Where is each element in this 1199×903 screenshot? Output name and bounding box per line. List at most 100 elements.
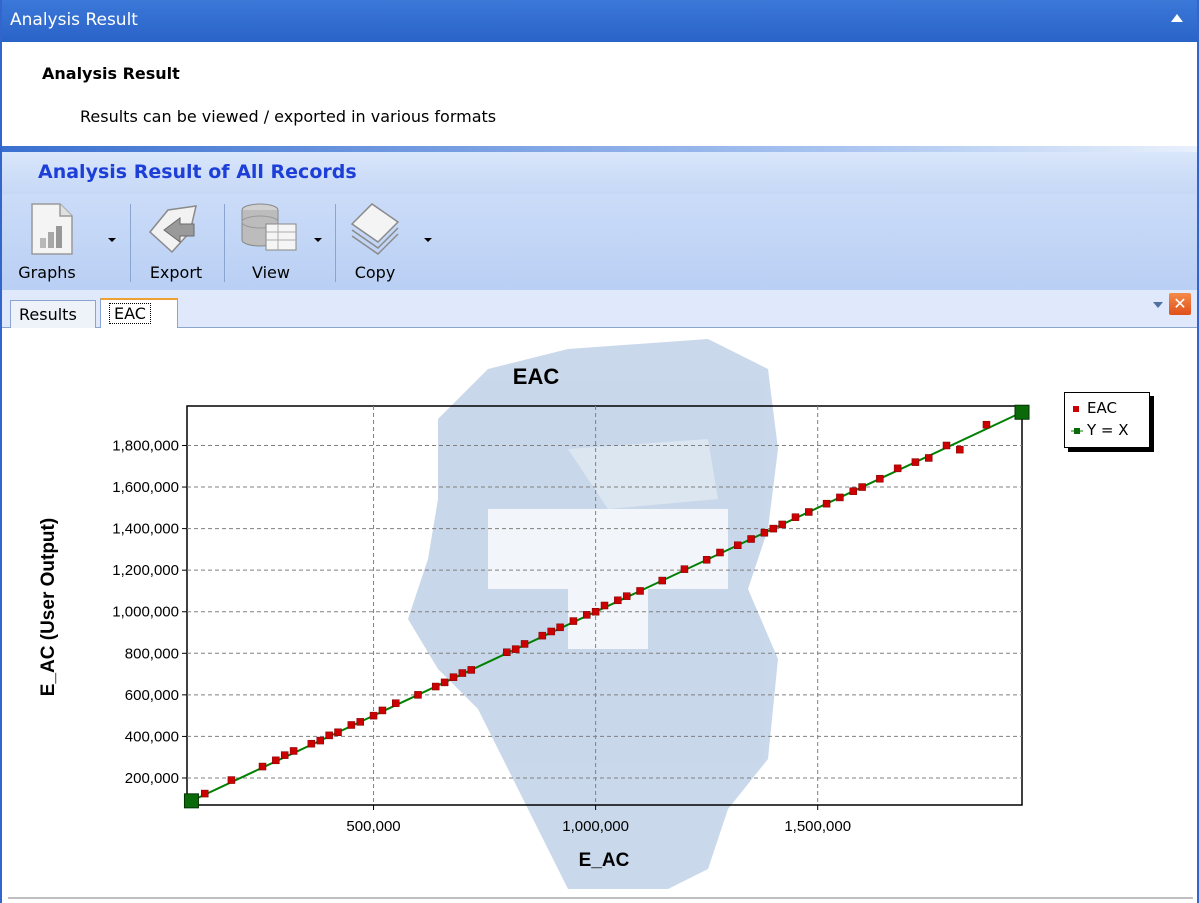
close-icon[interactable]: ✕ [1169,293,1191,315]
eac-data-point [614,596,622,605]
page-title: Analysis Result [42,64,180,83]
eac-data-point [369,711,378,720]
eac-data-point [431,682,440,691]
eac-data-point [334,728,342,737]
eac-data-point [440,678,449,687]
eac-data-point [591,607,600,616]
eac-data-point [280,751,289,759]
tab-strip: Results EAC [2,290,1197,328]
x-axis-label: E_AC [579,850,630,871]
database-table-icon [241,203,297,251]
eac-data-point [458,669,467,677]
y-tick-label: 1,600,000 [112,479,179,496]
eac-data-point [733,541,742,549]
eac-data-point [600,601,609,610]
legend-label-eac: EAC [1087,399,1117,417]
x-tick-label: 500,000 [346,818,400,835]
eac-chart: 500,000 1,000,000 1,500,000 200,000 400,000… [38,339,1030,889]
copy-button[interactable]: Copy [340,194,440,288]
export-label: Export [149,263,203,282]
graphs-button[interactable]: Graphs [12,194,122,288]
export-button[interactable]: Export [136,194,216,288]
graphs-dropdown-arrow[interactable] [108,238,116,242]
eac-data-point [982,420,991,429]
eac-data-point [503,648,511,657]
section-title: Analysis Result of All Records [38,161,357,183]
tab-results-label: Results [19,305,77,324]
eac-data-point [547,627,555,636]
y-axis-label: E_AC (User Output) [38,518,59,696]
eac-data-point [805,508,813,516]
y-tick-label: 1,800,000 [112,437,179,454]
eac-data-point [347,721,356,729]
eac-data-point [658,576,666,585]
chevron-up-icon[interactable] [1171,14,1183,22]
eac-data-point [414,691,422,699]
toolbar-separator [335,204,336,282]
eac-data-point [258,762,267,771]
eac-data-point [289,747,298,755]
window-title: Analysis Result [10,10,138,30]
view-dropdown-arrow[interactable] [314,238,322,242]
y-tick-label: 400,000 [125,728,179,745]
view-button[interactable]: View [228,194,328,288]
eac-data-point [680,565,689,573]
eac-data-point [378,706,387,715]
eac-data-point [556,623,564,632]
eac-data-point [569,617,578,625]
eac-data-point [520,640,529,648]
chart-title: EAC [513,364,560,389]
export-arrow-icon [148,205,197,254]
copy-dropdown-arrow[interactable] [424,238,432,242]
section-header: Analysis Result of All Records [2,152,1197,194]
eac-data-point [942,441,951,450]
eac-data-point [307,739,316,748]
eac-data-point [636,587,644,595]
eac-data-point [201,789,209,798]
eac-data-point [702,556,711,564]
eac-data-point [582,611,591,619]
legend-swatch-yx [1071,428,1083,434]
eac-data-point [316,736,324,745]
eac-data-point [836,493,844,502]
view-label: View [252,263,290,282]
eac-data-point [924,454,933,462]
toolbar-separator [224,204,225,282]
tab-results[interactable]: Results [10,300,96,328]
window-title-bar: Analysis Result [2,0,1197,42]
eac-data-point [325,731,333,740]
eac-data-point [760,529,769,537]
tab-eac[interactable]: EAC [100,298,178,328]
y-tick-label: 800,000 [125,645,179,662]
page-subtitle: Results can be viewed / exported in vari… [80,107,497,126]
x-tick-label: 1,000,000 [562,818,629,835]
x-tick-label: 1,500,000 [784,818,851,835]
y-tick-label: 1,200,000 [112,562,179,579]
chevron-down-icon[interactable] [1153,302,1163,308]
eac-data-point [747,535,755,543]
eac-data-point [449,673,458,681]
eac-data-point [876,474,884,483]
eac-data-point [778,520,786,529]
y-axis-ticks: 200,000 400,000 600,000 800,000 1,000,000 1,2… [112,437,187,787]
eac-data-point [227,776,236,784]
y-tick-label: 600,000 [125,687,179,704]
eac-data-point [849,487,857,495]
eac-data-point [392,699,400,707]
toolbar-separator [130,204,131,282]
chart-pane: 500,000 1,000,000 1,500,000 200,000 400,000… [8,329,1193,899]
eac-data-point [716,548,724,557]
toolbar: Graphs Export View Copy [2,194,1197,290]
yx-endpoint-marker [1014,404,1030,420]
chart-legend: EAC Y = X [1064,392,1150,448]
analysis-window: Analysis Result Analysis Result Results … [0,0,1199,903]
y-tick-label: 1,000,000 [112,604,179,621]
eac-data-point [893,464,902,473]
eac-data-point [791,513,800,521]
y-tick-label: 1,400,000 [112,521,179,538]
legend-swatch-eac [1073,406,1079,412]
eac-data-point [769,524,778,533]
eac-data-point [356,718,364,726]
eac-data-point [858,483,866,491]
copy-pages-icon [350,203,400,255]
